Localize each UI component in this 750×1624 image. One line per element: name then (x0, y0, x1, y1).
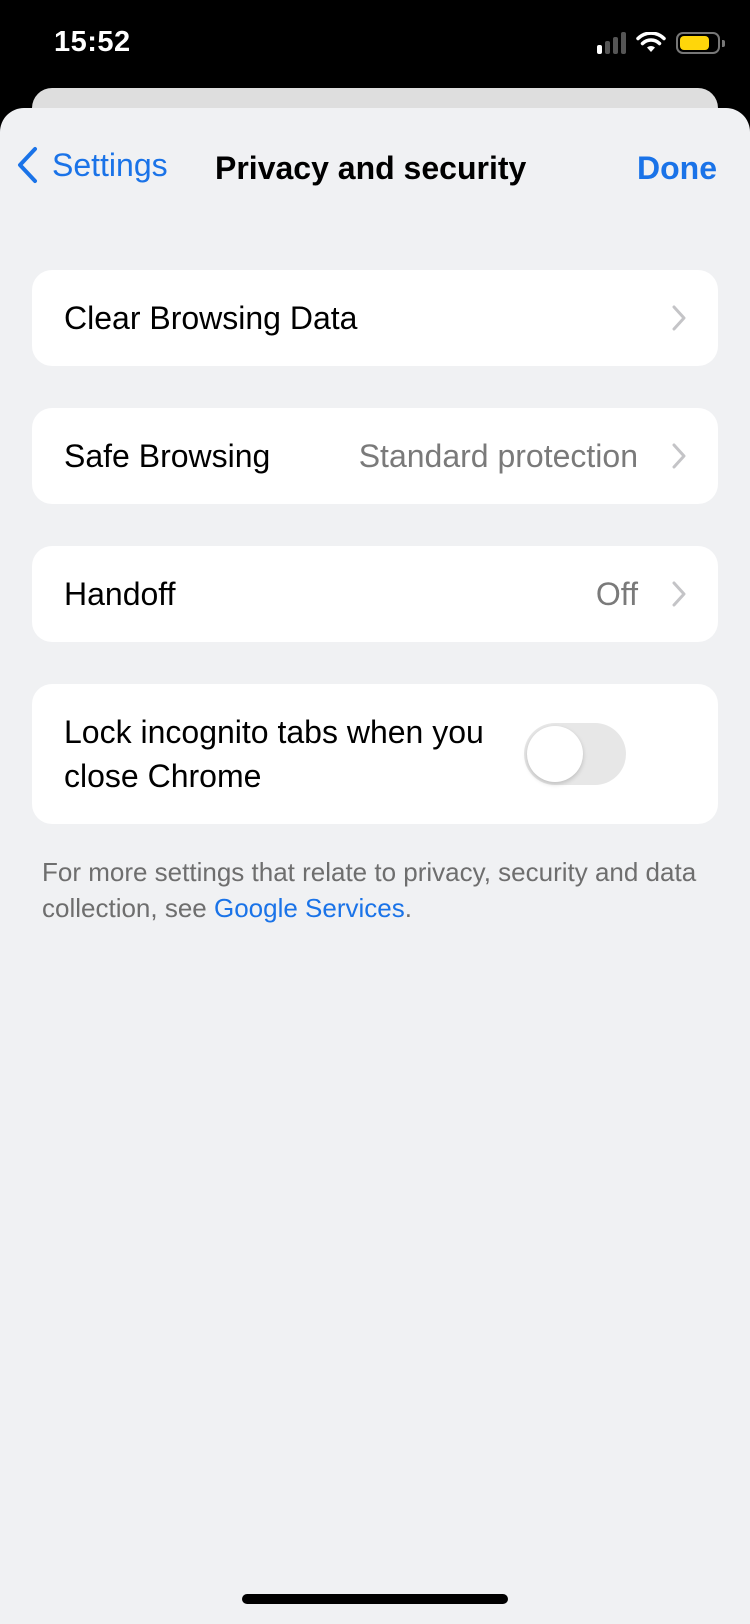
back-button[interactable]: Settings (16, 146, 168, 184)
lock-incognito-tabs-item: Lock incognito tabs when you close Chrom… (32, 684, 718, 824)
handoff-item[interactable]: Handoff Off (32, 546, 718, 642)
google-services-link[interactable]: Google Services (214, 893, 405, 923)
page-title: Privacy and security (215, 150, 527, 186)
item-label: Clear Browsing Data (64, 300, 358, 336)
back-label: Settings (52, 146, 168, 183)
home-indicator[interactable] (242, 1594, 508, 1604)
item-value: Standard protection (358, 437, 638, 474)
battery-icon (676, 32, 725, 54)
cellular-signal-icon (597, 32, 626, 54)
clear-browsing-data-item[interactable]: Clear Browsing Data (32, 270, 718, 366)
footer-note: For more settings that relate to privacy… (42, 854, 722, 926)
footer-suffix: . (404, 893, 412, 923)
done-button[interactable]: Done (637, 150, 717, 187)
status-time: 15:52 (54, 26, 131, 58)
status-bar: 15:52 (0, 0, 750, 90)
item-value: Off (595, 575, 638, 612)
chevron-right-icon (672, 443, 686, 469)
status-icons (597, 32, 725, 54)
safe-browsing-item[interactable]: Safe Browsing Standard protection (32, 408, 718, 504)
item-label: Lock incognito tabs when you close Chrom… (64, 714, 484, 794)
chevron-right-icon (672, 581, 686, 607)
item-label: Handoff (64, 576, 176, 612)
nav-bar: Settings Privacy and security Done (0, 138, 750, 198)
chevron-right-icon (672, 305, 686, 331)
item-label: Safe Browsing (64, 438, 271, 474)
settings-sheet: Settings Privacy and security Done Clear… (0, 108, 750, 1624)
toggle-knob (527, 726, 583, 782)
chevron-left-icon (18, 147, 37, 183)
lock-incognito-toggle[interactable] (524, 723, 626, 785)
wifi-icon (636, 32, 666, 52)
